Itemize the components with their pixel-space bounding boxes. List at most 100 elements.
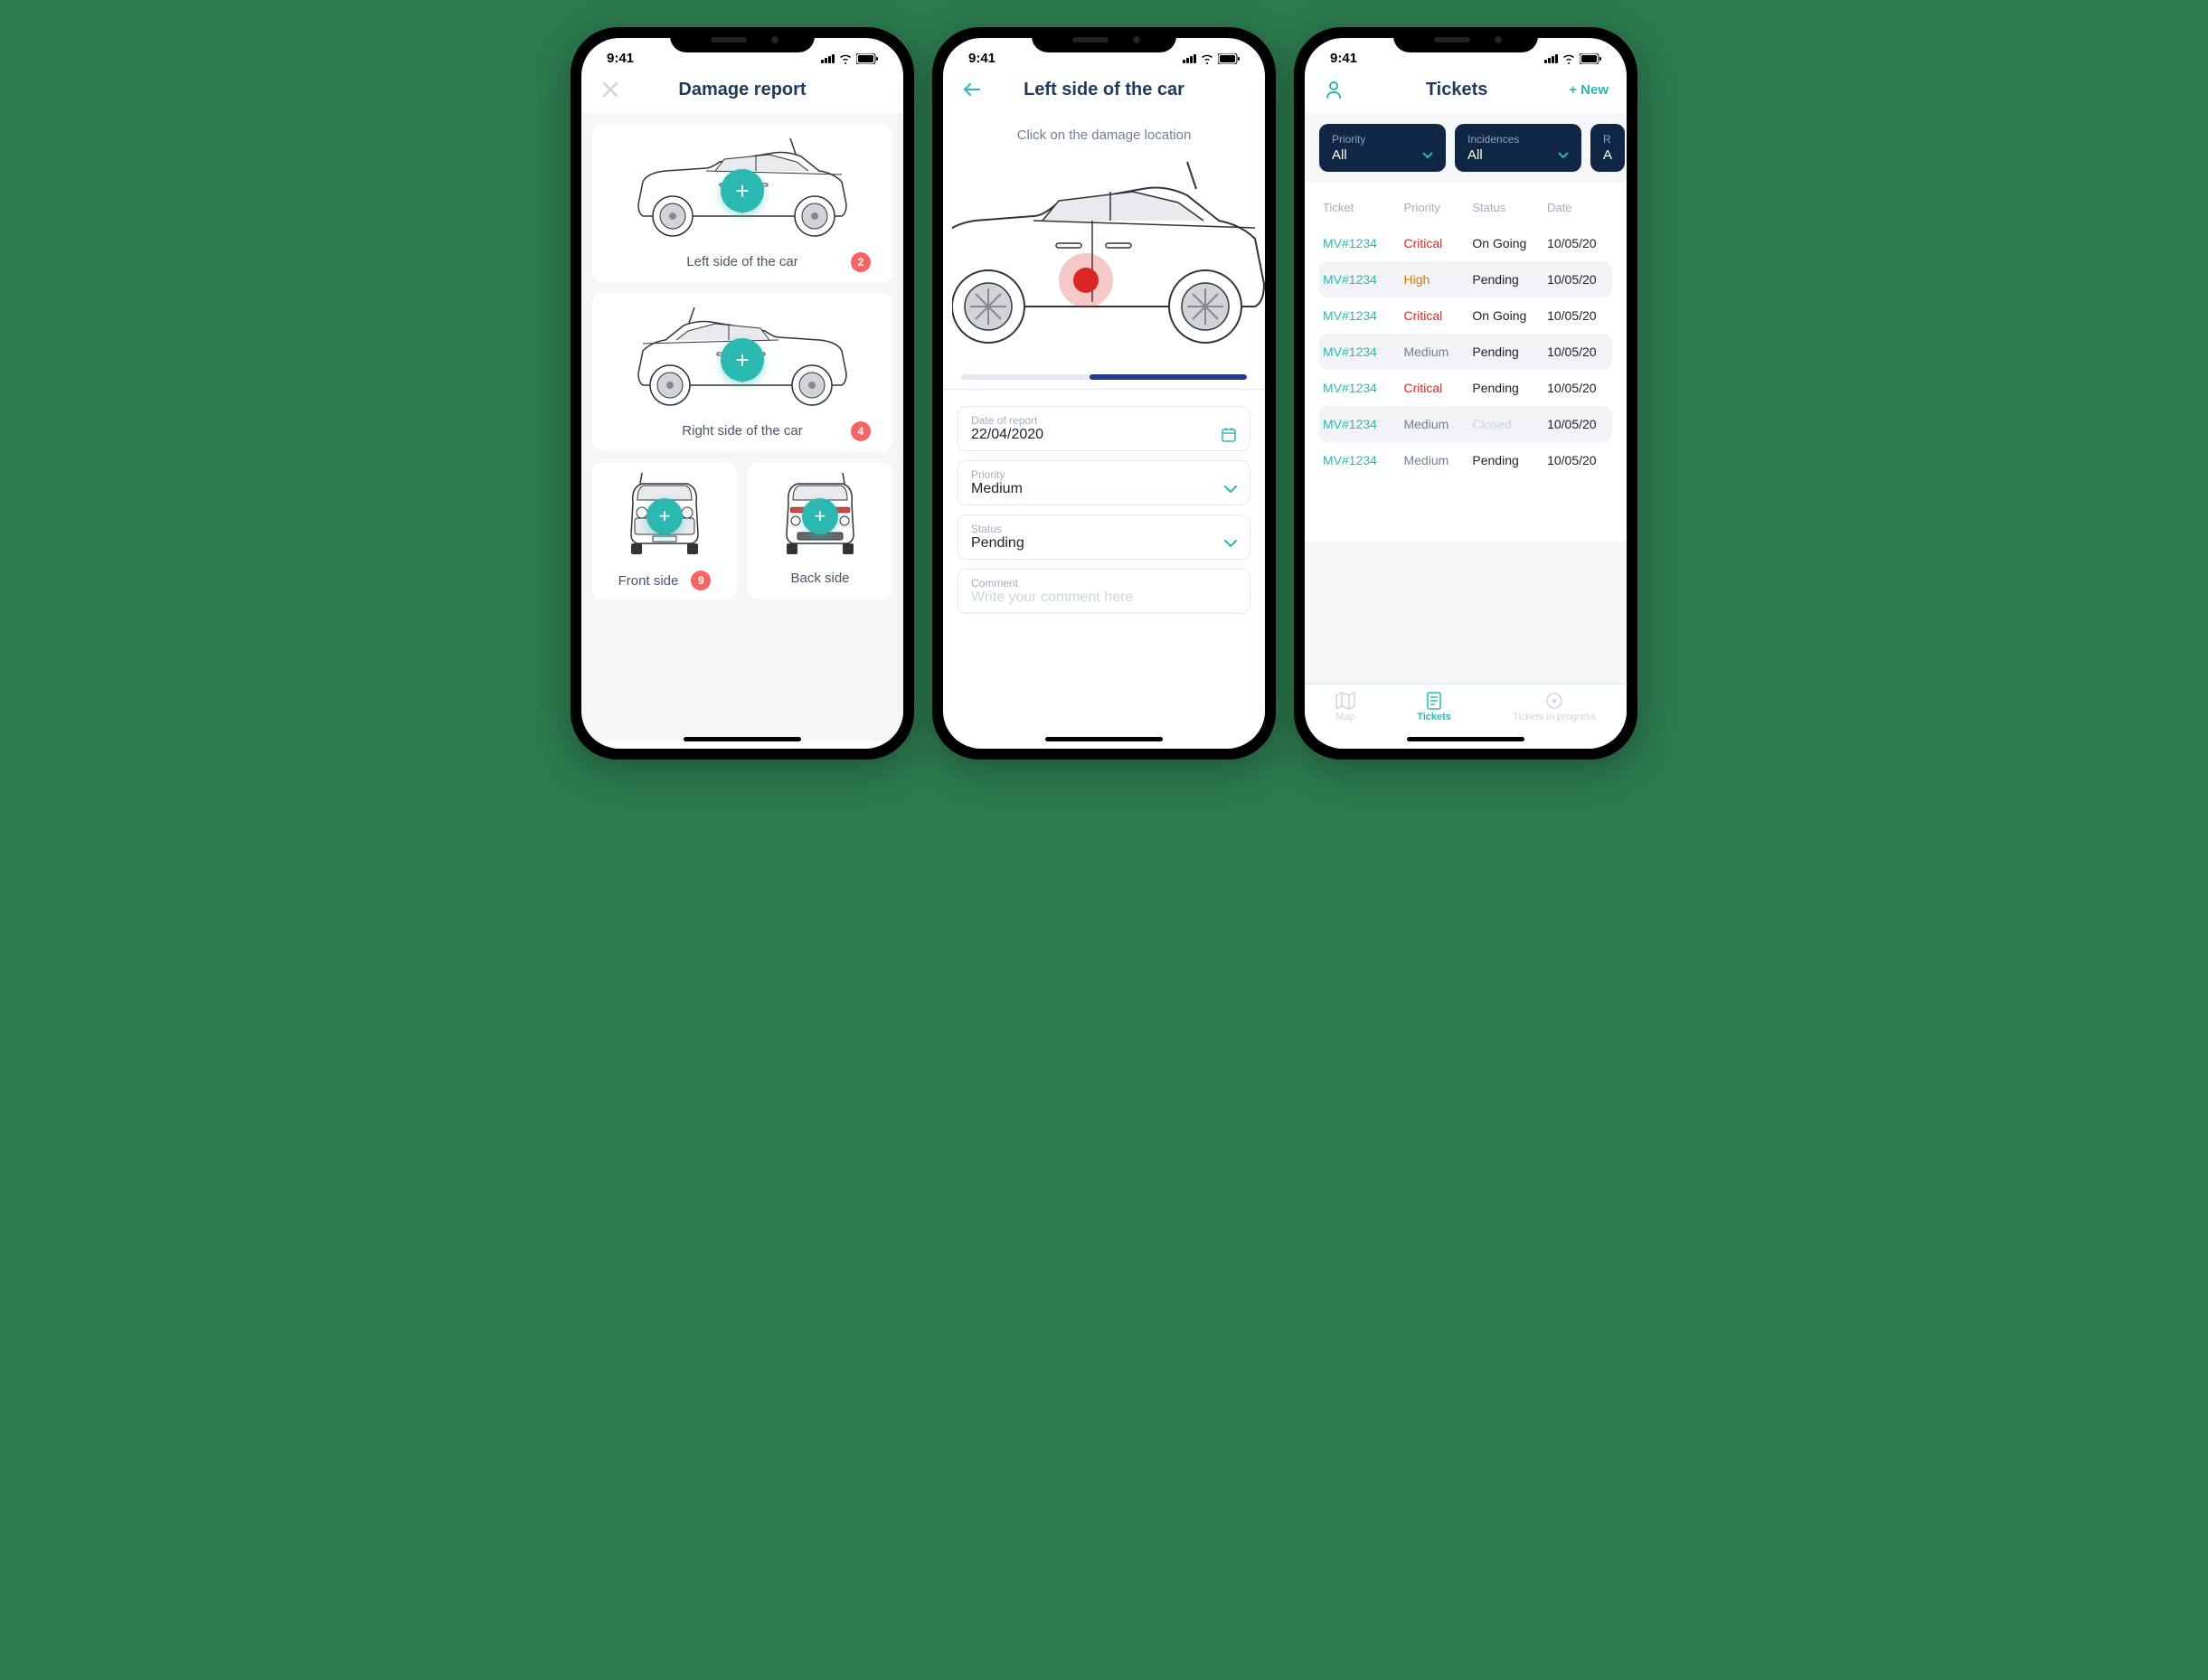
ticket-priority: Medium: [1403, 344, 1465, 359]
ticket-priority: Critical: [1403, 308, 1465, 323]
field-value: 22/04/2020: [971, 427, 1043, 443]
card-label: Front side: [618, 573, 679, 589]
ticket-date: 10/05/20: [1547, 344, 1609, 359]
filter-priority[interactable]: Priority All: [1319, 124, 1446, 172]
tab-tickets-progress[interactable]: Tickets in progress: [1513, 692, 1596, 722]
table-row[interactable]: MV#1234CriticalPending10/05/20: [1319, 370, 1612, 406]
progress-icon: [1545, 692, 1563, 710]
ticket-date: 10/05/20: [1547, 236, 1609, 250]
cellular-icon: [1183, 54, 1196, 63]
field-placeholder: Write your comment here: [971, 590, 1237, 606]
damage-card-back-side[interactable]: + Back side: [748, 462, 892, 599]
tab-label: Map: [1335, 712, 1354, 722]
phone-notch: [670, 27, 815, 52]
field-value: Pending: [971, 535, 1024, 552]
table-row[interactable]: MV#1234CriticalOn Going10/05/20: [1319, 297, 1612, 334]
tab-bar: Map Tickets Tickets in progress: [1305, 684, 1627, 741]
ticket-id: MV#1234: [1323, 417, 1396, 431]
field-label: Comment: [971, 577, 1237, 590]
car-damage-canvas[interactable]: [943, 157, 1265, 356]
page-title: Damage report: [621, 80, 863, 100]
calendar-icon: [1221, 427, 1237, 443]
field-label: Status: [971, 523, 1237, 535]
date-field[interactable]: Date of report 22/04/2020: [958, 406, 1250, 451]
cellular-icon: [1544, 54, 1558, 63]
chip-value: All: [1332, 147, 1347, 163]
tickets-icon: [1426, 692, 1442, 710]
card-label: Back side: [790, 571, 849, 586]
app-header: Left side of the car: [943, 70, 1265, 113]
chevron-down-icon: [1422, 152, 1433, 158]
ticket-id: MV#1234: [1323, 344, 1396, 359]
phone-notch: [1393, 27, 1538, 52]
ticket-status: Pending: [1472, 344, 1540, 359]
ticket-status: Pending: [1472, 381, 1540, 395]
progress-bar[interactable]: [961, 374, 1247, 380]
ticket-date: 10/05/20: [1547, 417, 1609, 431]
chip-value: All: [1467, 147, 1483, 163]
count-badge: 9: [691, 571, 711, 590]
damage-card-front-side[interactable]: + Front side 9: [592, 462, 737, 599]
count-badge: 4: [851, 421, 871, 441]
phone-damage-detail: 9:41 Left side of the car Click on the d…: [932, 27, 1276, 760]
tab-label: Tickets in progress: [1513, 712, 1596, 722]
wifi-icon: [1200, 53, 1214, 64]
ticket-priority: Critical: [1403, 236, 1465, 250]
new-ticket-button[interactable]: + New: [1569, 82, 1609, 98]
comment-field[interactable]: Comment Write your comment here: [958, 569, 1250, 614]
table-row[interactable]: MV#1234 Medium Closed 10/05/20: [1319, 406, 1612, 442]
field-label: Date of report: [971, 414, 1237, 427]
damage-card-right-side[interactable]: + Right side of the car 4: [592, 293, 892, 451]
page-title: Left side of the car: [983, 80, 1225, 100]
ticket-priority: Medium: [1403, 453, 1465, 467]
app-header: Tickets + New: [1305, 70, 1627, 113]
ticket-status: Closed: [1472, 417, 1540, 431]
tab-tickets[interactable]: Tickets: [1417, 692, 1451, 722]
priority-field[interactable]: Priority Medium: [958, 460, 1250, 505]
chevron-down-icon: [1224, 540, 1237, 547]
close-icon[interactable]: [599, 79, 621, 100]
ticket-id: MV#1234: [1323, 236, 1396, 250]
battery-icon: [1218, 53, 1240, 64]
tab-map[interactable]: Map: [1335, 692, 1355, 722]
ticket-status: Pending: [1472, 453, 1540, 467]
count-badge: 2: [851, 252, 871, 272]
ticket-id: MV#1234: [1323, 453, 1396, 467]
status-time: 9:41: [607, 51, 634, 66]
cellular-icon: [821, 54, 835, 63]
ticket-priority: Medium: [1403, 417, 1465, 431]
progress-fill: [1090, 374, 1247, 380]
filter-incidences[interactable]: Incidences All: [1455, 124, 1581, 172]
status-time: 9:41: [968, 51, 995, 66]
status-field[interactable]: Status Pending: [958, 514, 1250, 560]
phone-tickets: 9:41 Tickets + New Priority All: [1294, 27, 1637, 760]
profile-icon[interactable]: [1323, 79, 1345, 100]
damage-card-left-side[interactable]: + Left side of the car 2: [592, 124, 892, 282]
tab-label: Tickets: [1417, 712, 1451, 722]
add-icon: +: [721, 338, 764, 382]
chip-label: Incidences: [1467, 133, 1569, 146]
back-icon[interactable]: [961, 79, 983, 100]
table-row[interactable]: MV#1234CriticalOn Going10/05/20: [1319, 225, 1612, 261]
col-ticket: Ticket: [1323, 201, 1396, 214]
status-time: 9:41: [1330, 51, 1357, 66]
table-row[interactable]: MV#1234 Medium Pending 10/05/20: [1319, 442, 1612, 478]
ticket-id: MV#1234: [1323, 308, 1396, 323]
chip-label: Priority: [1332, 133, 1433, 146]
app-header: Damage report: [581, 70, 903, 113]
card-label: Left side of the car: [686, 254, 797, 269]
battery-icon: [1580, 53, 1601, 64]
add-icon: +: [646, 498, 683, 534]
ticket-date: 10/05/20: [1547, 381, 1609, 395]
table-row[interactable]: MV#1234HighPending10/05/20: [1319, 261, 1612, 297]
table-row[interactable]: MV#1234 Medium Pending 10/05/20: [1319, 334, 1612, 370]
instruction-text: Click on the damage location: [943, 113, 1265, 157]
col-date: Date: [1547, 201, 1609, 214]
phone-notch: [1032, 27, 1176, 52]
map-icon: [1335, 692, 1355, 710]
ticket-date: 10/05/20: [1547, 453, 1609, 467]
damage-marker[interactable]: [1059, 253, 1113, 307]
field-value: Medium: [971, 481, 1023, 497]
filter-partial[interactable]: R A: [1590, 124, 1625, 172]
home-indicator: [1407, 737, 1524, 741]
